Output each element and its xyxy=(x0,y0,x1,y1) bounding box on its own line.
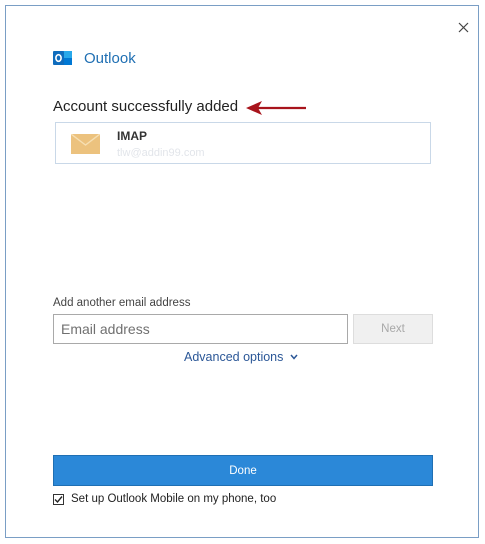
account-type: IMAP xyxy=(117,129,147,143)
next-button-label: Next xyxy=(381,323,405,335)
add-email-label: Add another email address xyxy=(53,297,191,309)
email-address-input[interactable] xyxy=(53,314,348,344)
envelope-icon xyxy=(71,134,100,154)
mobile-setup-option: Set up Outlook Mobile on my phone, too xyxy=(53,493,276,505)
mobile-setup-label: Set up Outlook Mobile on my phone, too xyxy=(71,493,277,505)
advanced-options-toggle[interactable]: Advanced options xyxy=(184,350,298,364)
mobile-setup-checkbox[interactable] xyxy=(53,493,64,505)
app-header: Outlook xyxy=(53,46,136,70)
close-icon xyxy=(458,22,468,32)
arrow-left-icon xyxy=(246,101,306,115)
done-button[interactable]: Done xyxy=(53,455,433,486)
app-name: Outlook xyxy=(84,49,136,67)
advanced-options-label: Advanced options xyxy=(184,350,284,364)
outlook-logo-icon xyxy=(53,51,72,65)
done-button-label: Done xyxy=(229,464,257,477)
chevron-down-icon xyxy=(290,354,298,360)
dialog-window: Outlook Account successfully added IMAP … xyxy=(5,5,479,538)
status-title: Account successfully added xyxy=(53,98,239,115)
account-email: tlw@addin99.com xyxy=(117,147,205,159)
next-button[interactable]: Next xyxy=(353,314,433,344)
check-icon xyxy=(54,495,63,503)
account-card: IMAP tlw@addin99.com xyxy=(55,122,431,164)
close-button[interactable] xyxy=(452,16,474,38)
